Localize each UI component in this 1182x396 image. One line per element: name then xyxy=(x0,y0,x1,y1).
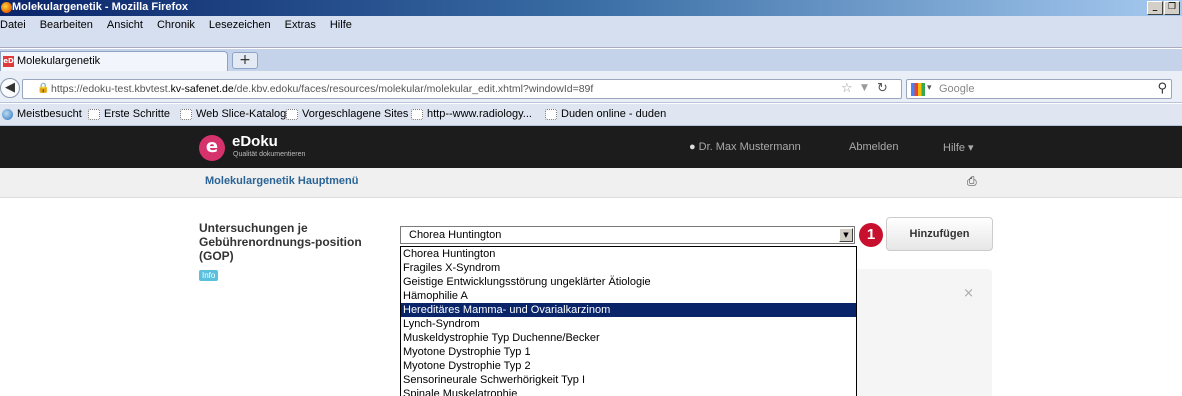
side-panel: × xyxy=(855,269,992,396)
url-bar[interactable]: 🔒 https://edoku-test.kbvtest.kv-safenet.… xyxy=(22,79,902,99)
logout-link[interactable]: Abmelden xyxy=(849,141,899,153)
page-icon xyxy=(411,108,423,120)
lock-icon: 🔒 xyxy=(37,83,50,94)
bookmark-duden[interactable]: Duden online - duden xyxy=(545,108,666,120)
reload-icon[interactable]: ↻ xyxy=(877,81,888,96)
url-text: https://edoku-test.kbvtest.kv-safenet.de… xyxy=(51,83,594,95)
page-icon xyxy=(88,108,100,120)
edoku-favicon: eD xyxy=(3,56,14,67)
search-icon[interactable]: ⚲ xyxy=(1157,81,1167,96)
menu-item-bearbeiten[interactable]: Bearbeiten xyxy=(40,19,93,31)
page-icon xyxy=(545,108,557,120)
page-icon xyxy=(180,108,192,120)
gop-label: Untersuchungen je Gebührenordnungs-posit… xyxy=(199,221,362,263)
bookmark-radiology[interactable]: http--www.radiology... xyxy=(411,108,532,120)
user-menu[interactable]: ● Dr. Max Mustermann xyxy=(689,141,801,153)
gop-select[interactable]: Chorea Huntington ▼ xyxy=(400,226,855,244)
chevron-down-icon[interactable]: ▼ xyxy=(839,228,853,242)
search-engine-label: Google xyxy=(939,83,975,95)
bookmark-web-slice[interactable]: Web Slice-Katalog xyxy=(180,108,286,120)
dropdown-option[interactable]: Geistige Entwicklungsstörung ungeklärter… xyxy=(401,275,856,289)
menu-item-datei[interactable]: Datei xyxy=(0,19,26,31)
menu-item-chronik[interactable]: Chronik xyxy=(157,19,195,31)
close-icon[interactable]: × xyxy=(963,286,974,301)
dropdown-option[interactable]: Hereditäres Mamma- und Ovarialkarzinom xyxy=(401,303,856,317)
url-dropdown-icon[interactable]: ▼ xyxy=(861,83,868,93)
bookmark-meistbesucht[interactable]: Meistbesucht xyxy=(2,108,82,120)
ie-icon xyxy=(2,108,13,120)
main-menu-link[interactable]: Molekulargenetik Hauptmenü xyxy=(205,175,358,187)
tab-molekulargenetik[interactable]: eD Molekulargenetik xyxy=(0,51,228,71)
dropdown-option[interactable]: Spinale Muskelatrophie xyxy=(401,387,856,396)
edoku-logo-icon[interactable]: e xyxy=(199,135,225,161)
bookmark-erste-schritte[interactable]: Erste Schritte xyxy=(88,108,170,120)
google-icon[interactable] xyxy=(911,83,925,96)
menu-item-ansicht[interactable]: Ansicht xyxy=(107,19,143,31)
dropdown-option[interactable]: Sensorineurale Schwerhörigkeit Typ I xyxy=(401,373,856,387)
print-icon[interactable]: ⎙ xyxy=(967,174,977,189)
restore-button[interactable]: ❐ xyxy=(1164,1,1180,15)
tab-label: Molekulargenetik xyxy=(17,55,101,67)
firefox-icon xyxy=(1,2,12,13)
new-tab-button[interactable]: + xyxy=(232,52,258,69)
search-bar[interactable]: ▾ Google ⚲ xyxy=(906,79,1172,99)
menu-item-lesezeichen[interactable]: Lesezeichen xyxy=(209,19,271,31)
dropdown-option[interactable]: Fragiles X-Syndrom xyxy=(401,261,856,275)
menu-bar: Datei Bearbeiten Ansicht Chronik Lesezeichen… xyxy=(0,16,1182,48)
info-badge[interactable]: Info xyxy=(199,270,219,281)
dropdown-option[interactable]: Myotone Dystrophie Typ 2 xyxy=(401,359,856,373)
step-marker: 1 xyxy=(859,223,883,247)
page-icon xyxy=(286,108,298,120)
sub-header xyxy=(0,168,1182,198)
dropdown-option[interactable]: Myotone Dystrophie Typ 1 xyxy=(401,345,856,359)
navigation-bar: ◀ 🔒 https://edoku-test.kbvtest.kv-safene… xyxy=(0,71,1182,103)
logo-name[interactable]: eDoku xyxy=(232,133,278,150)
select-value: Chorea Huntington xyxy=(409,229,502,241)
help-menu[interactable]: Hilfe ▾ xyxy=(943,141,974,154)
bookmark-star-icon[interactable]: ☆ xyxy=(841,81,853,96)
tab-strip: eD Molekulargenetik + xyxy=(0,49,1182,71)
window-title: Molekulargenetik - Mozilla Firefox xyxy=(12,1,189,13)
dropdown-option[interactable]: Lynch-Syndrom xyxy=(401,317,856,331)
back-button[interactable]: ◀ xyxy=(0,78,20,98)
minimize-button[interactable]: _ xyxy=(1147,1,1163,15)
menu-item-extras[interactable]: Extras xyxy=(285,19,316,31)
gop-dropdown-list[interactable]: Chorea Huntington Fragiles X-Syndrom Geist… xyxy=(400,246,857,396)
user-icon: ● xyxy=(689,141,696,153)
dropdown-option[interactable]: Hämophilie A xyxy=(401,289,856,303)
menu-item-hilfe[interactable]: Hilfe xyxy=(330,19,352,31)
engine-dropdown-icon[interactable]: ▾ xyxy=(927,83,932,93)
dropdown-option[interactable]: Chorea Huntington xyxy=(401,247,856,261)
add-button[interactable]: Hinzufügen xyxy=(886,217,993,251)
bookmarks-bar: Meistbesucht Erste Schritte Web Slice-Ka… xyxy=(0,104,1182,126)
window-controls: _ ❐ xyxy=(1147,1,1180,15)
window-titlebar: Molekulargenetik - Mozilla Firefox _ ❐ xyxy=(0,0,1182,16)
app-navbar xyxy=(0,126,1182,168)
bookmark-vorgeschlagene-sites[interactable]: Vorgeschlagene Sites xyxy=(286,108,408,120)
dropdown-option[interactable]: Muskeldystrophie Typ Duchenne/Becker xyxy=(401,331,856,345)
logo-tagline: Qualität dokumentieren xyxy=(233,151,306,158)
